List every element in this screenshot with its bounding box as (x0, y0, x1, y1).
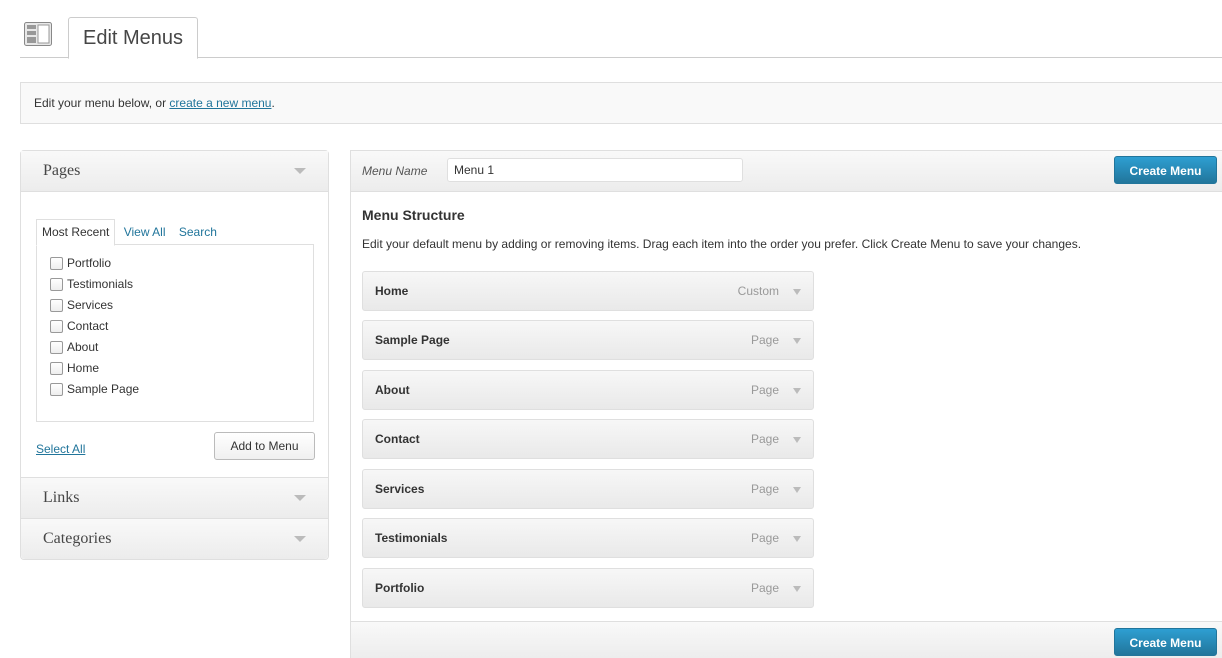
links-section-title: Links (43, 489, 80, 506)
pages-section-body: Most Recent View All Search Portfolio Te… (21, 192, 328, 478)
menu-item[interactable]: Testimonials Page (362, 518, 814, 558)
notice-text: Edit your menu below, or (34, 96, 170, 110)
pages-section-header[interactable]: Pages (21, 151, 328, 192)
menu-item-type: Page (750, 432, 779, 446)
menu-edit-panel: Menu Name Create Menu Menu Structure Edi… (350, 150, 1222, 658)
expand-arrow-icon[interactable] (793, 487, 801, 493)
links-section-header[interactable]: Links (21, 478, 328, 519)
menu-sources-panel: Pages Most Recent View All Search Portfo… (20, 150, 329, 560)
page-checkbox-item[interactable]: Services (37, 295, 313, 316)
categories-section-header[interactable]: Categories (21, 519, 328, 559)
select-all-link[interactable]: Select All (36, 442, 85, 456)
menu-item[interactable]: Contact Page (362, 419, 814, 459)
page-checkbox-item[interactable]: Testimonials (37, 274, 313, 295)
create-menu-button[interactable]: Create Menu (1114, 156, 1217, 184)
page-title: Edit Menus (68, 17, 199, 59)
tab-view-all[interactable]: View All (119, 220, 171, 245)
page-label: Testimonials (67, 277, 134, 291)
notice-text-end: . (271, 96, 275, 110)
menu-item-title: Services (375, 482, 425, 496)
expand-arrow-icon[interactable] (793, 536, 801, 542)
pages-section-title: Pages (43, 162, 81, 179)
checkbox[interactable] (50, 383, 63, 396)
categories-section-title: Categories (43, 530, 112, 547)
checkbox[interactable] (50, 299, 63, 312)
menu-item-type: Page (750, 531, 779, 545)
menu-item[interactable]: Services Page (362, 469, 814, 509)
menu-item-type: Custom (737, 284, 779, 298)
checkbox[interactable] (50, 278, 63, 291)
menu-edit-header: Menu Name Create Menu (351, 151, 1222, 192)
menu-structure-description: Edit your default menu by adding or remo… (362, 237, 1082, 251)
menu-name-label: Menu Name (362, 164, 428, 178)
checkbox[interactable] (50, 341, 63, 354)
page-label: About (67, 340, 99, 354)
page-label: Home (67, 361, 100, 375)
checkbox[interactable] (50, 257, 63, 270)
menu-item[interactable]: Portfolio Page (362, 568, 814, 608)
pages-tabs: Most Recent View All Search (36, 219, 222, 246)
pages-checklist: Portfolio Testimonials Services Contact … (36, 244, 314, 422)
header-divider (20, 57, 1222, 58)
menu-item[interactable]: About Page (362, 370, 814, 410)
page-checkbox-item[interactable]: Home (37, 358, 313, 379)
menu-item-title: About (375, 383, 410, 397)
page: Edit Menus Edit your menu below, or crea… (0, 0, 1222, 658)
expand-arrow-icon[interactable] (793, 388, 801, 394)
page-label: Contact (67, 319, 109, 333)
page-checkbox-item[interactable]: Portfolio (37, 253, 313, 274)
header: Edit Menus (0, 0, 1222, 59)
collapse-arrow-icon[interactable] (294, 495, 306, 501)
menus-screen-icon (24, 22, 52, 46)
page-label: Services (67, 298, 114, 312)
menu-item-title: Contact (375, 432, 420, 446)
menu-structure-title: Menu Structure (362, 207, 465, 223)
notice-bar: Edit your menu below, or create a new me… (20, 82, 1222, 124)
tab-search[interactable]: Search (174, 220, 222, 245)
add-to-menu-button[interactable]: Add to Menu (214, 432, 315, 460)
checkbox[interactable] (50, 362, 63, 375)
collapse-arrow-icon[interactable] (294, 536, 306, 542)
menu-edit-footer: Create Menu (351, 621, 1222, 658)
page-label: Sample Page (67, 382, 140, 396)
menu-item-type: Page (750, 383, 779, 397)
page-checkbox-item[interactable]: Sample Page (37, 379, 313, 400)
expand-arrow-icon[interactable] (793, 586, 801, 592)
menu-item-title: Home (375, 284, 409, 298)
page-label: Portfolio (67, 256, 112, 270)
menu-item[interactable]: Home Custom (362, 271, 814, 311)
menu-item-title: Sample Page (375, 333, 450, 347)
tab-most-recent[interactable]: Most Recent (36, 219, 116, 246)
collapse-arrow-icon[interactable] (294, 168, 306, 174)
create-menu-button-bottom[interactable]: Create Menu (1114, 628, 1217, 656)
checkbox[interactable] (50, 320, 63, 333)
menu-item-type: Page (750, 581, 779, 595)
menu-item-title: Portfolio (375, 581, 425, 595)
page-checkbox-item[interactable]: About (37, 337, 313, 358)
page-checkbox-item[interactable]: Contact (37, 316, 313, 337)
menu-item-type: Page (750, 333, 779, 347)
menu-name-input[interactable] (447, 158, 743, 182)
expand-arrow-icon[interactable] (793, 338, 801, 344)
menu-item[interactable]: Sample Page Page (362, 320, 814, 360)
menu-item-type: Page (750, 482, 779, 496)
expand-arrow-icon[interactable] (793, 289, 801, 295)
expand-arrow-icon[interactable] (793, 437, 801, 443)
create-new-menu-link[interactable]: create a new menu (169, 96, 271, 110)
menu-item-title: Testimonials (375, 531, 448, 545)
